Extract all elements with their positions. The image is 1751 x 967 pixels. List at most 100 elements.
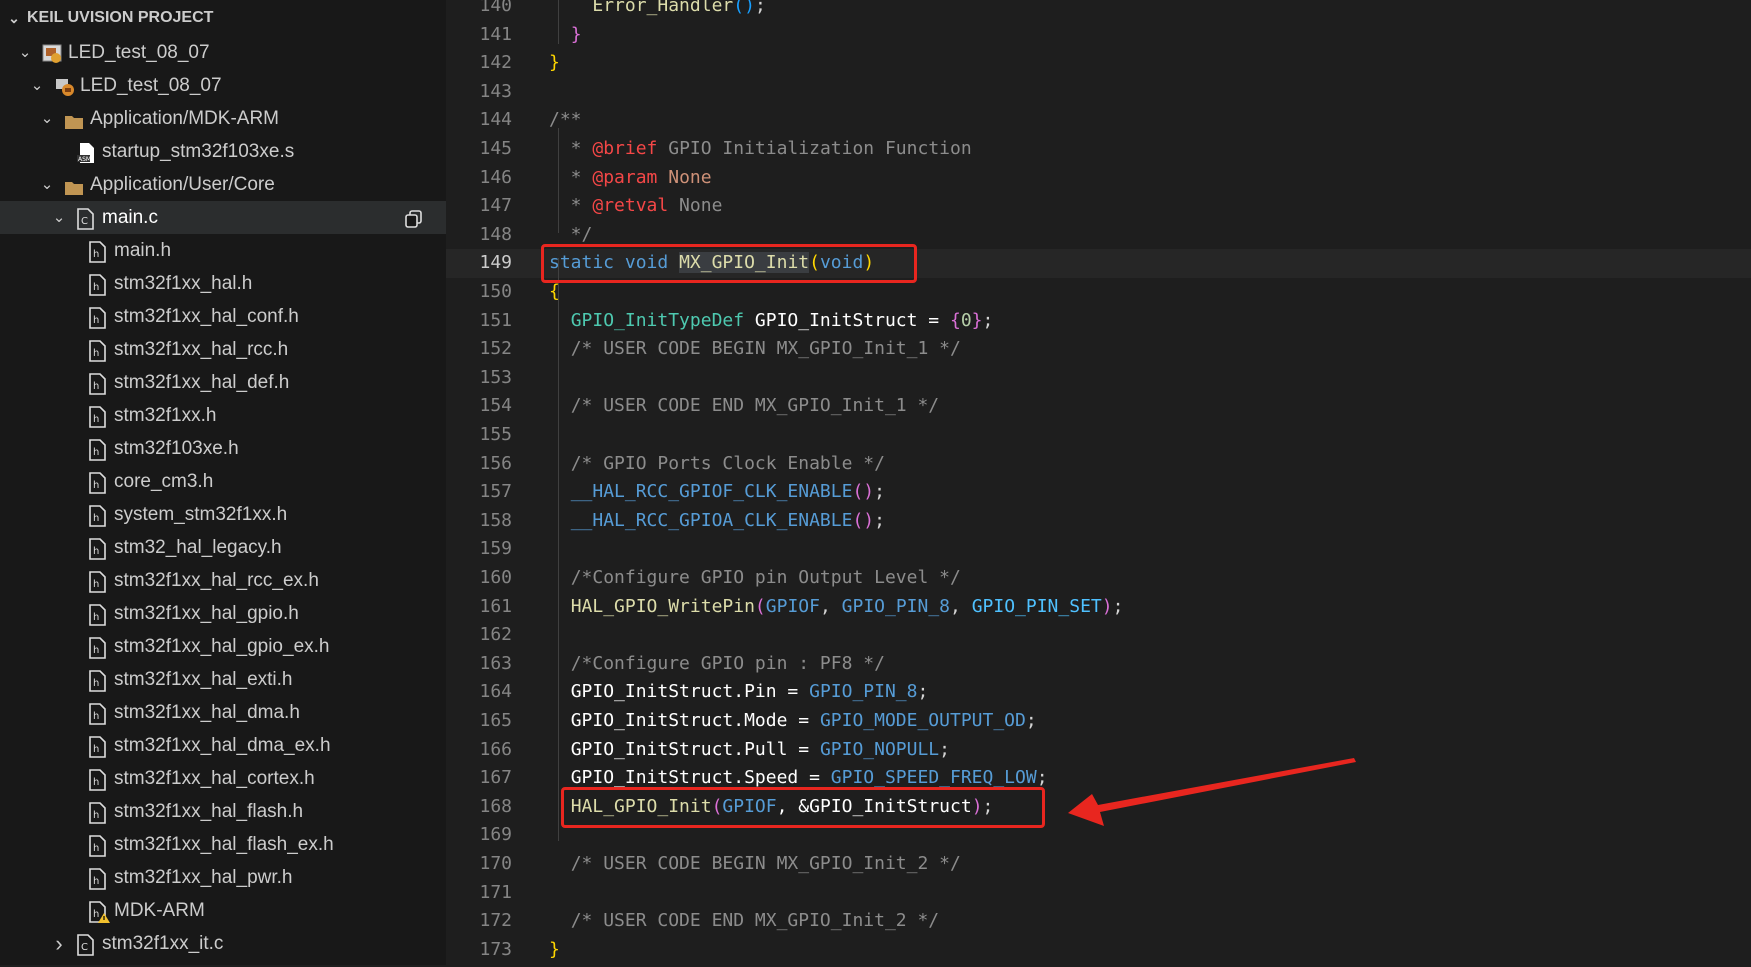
tree-item-stm32f1xx-hal-gpio-ex-h[interactable]: h stm32f1xx_hal_gpio_ex.h — [0, 630, 446, 663]
code-line[interactable]: 155 — [446, 421, 1751, 450]
tree-item-label: stm32f1xx_hal_conf.h — [114, 306, 299, 327]
code-line[interactable]: 147 * @retval None — [446, 192, 1751, 221]
tree-item-stm32f1xx-hal-dma-ex-h[interactable]: h stm32f1xx_hal_dma_ex.h — [0, 729, 446, 762]
tree-item-main-h[interactable]: h main.h — [0, 234, 446, 267]
tree-item-stm32f1xx-hal-pwr-h[interactable]: h stm32f1xx_hal_pwr.h — [0, 861, 446, 894]
tree-item-stm32f1xx-it-c[interactable]: › Cstm32f1xx_it.c — [0, 927, 446, 960]
tree-item-led-test-08-07[interactable]: ⌄ LED_test_08_07 — [0, 69, 446, 102]
tree-item-stm32f1xx-hal-rcc-ex-h[interactable]: h stm32f1xx_hal_rcc_ex.h — [0, 564, 446, 597]
tree-item-stm32f1xx-hal-dma-h[interactable]: h stm32f1xx_hal_dma.h — [0, 696, 446, 729]
line-number: 168 — [479, 795, 512, 817]
tree-item-stm32f1xx-hal-flash-h[interactable]: h stm32f1xx_hal_flash.h — [0, 795, 446, 828]
code-line[interactable]: 173} — [446, 936, 1751, 965]
tree-item-main-c[interactable]: ⌄ Cmain.c — [0, 201, 446, 234]
explorer-section-header[interactable]: ⌄ KEIL UVISION PROJECT — [0, 0, 446, 36]
code-line[interactable]: 165 GPIO_InitStruct.Mode = GPIO_MODE_OUT… — [446, 707, 1751, 736]
tree-item-startup-stm32f103xe-s[interactable]: ASM startup_stm32f103xe.s — [0, 135, 446, 168]
code-token: ; — [754, 0, 766, 16]
tree-item-stm32f1xx-hal-h[interactable]: h stm32f1xx_hal.h — [0, 267, 446, 300]
code-line[interactable]: 161 HAL_GPIO_WritePin(GPIOF, GPIO_PIN_8,… — [446, 593, 1751, 622]
code-line[interactable]: 143 — [446, 78, 1751, 107]
tree-item-stm32f1xx-hal-conf-h[interactable]: h stm32f1xx_hal_conf.h — [0, 300, 446, 333]
tree-item-label: main.c — [102, 207, 158, 228]
chevron-down-icon[interactable]: ⌄ — [38, 168, 56, 201]
indent-guide — [558, 0, 559, 44]
code-line[interactable]: 162 — [446, 621, 1751, 650]
code-line[interactable]: 144 /** — [446, 106, 1751, 135]
svg-text:h: h — [93, 909, 99, 920]
code-line[interactable]: 159 — [446, 535, 1751, 564]
code-line[interactable]: 153 — [446, 364, 1751, 393]
svg-text:C: C — [81, 942, 88, 953]
code-line[interactable]: 152 /* USER CODE BEGIN MX_GPIO_Init_1 */ — [446, 335, 1751, 364]
code-line[interactable]: 140 Error_Handler(); — [446, 0, 1751, 21]
code-token: } — [549, 938, 560, 960]
h-file-icon: h — [88, 274, 108, 296]
tree-item-core-cm3-h[interactable]: h core_cm3.h — [0, 465, 446, 498]
code-text: __HAL_RCC_GPIOA_CLK_ENABLE(); — [549, 507, 885, 536]
svg-text:h: h — [93, 876, 99, 887]
code-line[interactable]: 151 GPIO_InitTypeDef GPIO_InitStruct = {… — [446, 307, 1751, 336]
line-number: 154 — [479, 395, 512, 417]
tree-item-stm32f1xx-hal-def-h[interactable]: h stm32f1xx_hal_def.h — [0, 366, 446, 399]
code-line[interactable]: 171 — [446, 879, 1751, 908]
code-line[interactable]: 157 __HAL_RCC_GPIOF_CLK_ENABLE(); — [446, 478, 1751, 507]
code-line[interactable]: 170 /* USER CODE BEGIN MX_GPIO_Init_2 */ — [446, 850, 1751, 879]
chevron-right-icon[interactable]: › — [50, 927, 68, 960]
code-text: /* USER CODE END MX_GPIO_Init_1 */ — [549, 392, 939, 421]
code-line[interactable]: 142} — [446, 49, 1751, 78]
svg-text:h: h — [93, 249, 99, 260]
tree-item-stm32f103xe-h[interactable]: h stm32f103xe.h — [0, 432, 446, 465]
code-token: Error_Handler — [592, 0, 734, 16]
tree-item-stm32f1xx-hal-flash-ex-h[interactable]: h stm32f1xx_hal_flash_ex.h — [0, 828, 446, 861]
code-token: GPIO_InitStruct = — [744, 309, 950, 331]
h-file-icon: h — [88, 373, 108, 395]
code-line[interactable]: 154 /* USER CODE END MX_GPIO_Init_1 */ — [446, 392, 1751, 421]
code-line[interactable]: 160 /*Configure GPIO pin Output Level */ — [446, 564, 1751, 593]
tree-item-stm32f1xx-h[interactable]: h stm32f1xx.h — [0, 399, 446, 432]
line-number: 165 — [479, 710, 512, 731]
code-token: */ — [549, 223, 593, 245]
code-line[interactable]: 172 /* USER CODE END MX_GPIO_Init_2 */ — [446, 907, 1751, 936]
tree-item-application-user-core[interactable]: ⌄ Application/User/Core — [0, 168, 446, 201]
code-token: GPIO_InitStruct.Pull = — [570, 738, 820, 760]
tree-item-stm32f1xx-hal-exti-h[interactable]: h stm32f1xx_hal_exti.h — [0, 663, 446, 696]
chevron-down-icon[interactable]: ⌄ — [16, 36, 34, 69]
tree-item-label: startup_stm32f103xe.s — [102, 141, 295, 162]
code-line[interactable]: 163 /*Configure GPIO pin : PF8 */ — [446, 650, 1751, 679]
tree-item-label: MDK-ARM — [114, 900, 205, 921]
code-line[interactable]: 146 * @param None — [446, 164, 1751, 193]
code-line[interactable]: 164 GPIO_InitStruct.Pin = GPIO_PIN_8; — [446, 678, 1751, 707]
tree-item-system-stm32f1xx-h[interactable]: h system_stm32f1xx.h — [0, 498, 446, 531]
svg-text:h: h — [93, 711, 99, 722]
code-text: GPIO_InitTypeDef GPIO_InitStruct = {0}; — [549, 307, 994, 336]
code-token: ( — [754, 595, 766, 617]
code-token: , — [819, 595, 842, 617]
line-number: 162 — [479, 624, 512, 646]
h-file-icon: h — [88, 868, 108, 890]
line-number: 171 — [479, 881, 512, 903]
code-line[interactable]: 156 /* GPIO Ports Clock Enable */ — [446, 450, 1751, 479]
chevron-down-icon[interactable]: ⌄ — [28, 69, 46, 102]
tree-item-label: stm32f1xx_it.c — [102, 933, 224, 954]
code-token: None — [668, 166, 712, 188]
chevron-down-icon[interactable]: ⌄ — [6, 0, 22, 36]
code-line[interactable]: 158 __HAL_RCC_GPIOA_CLK_ENABLE(); — [446, 507, 1751, 536]
code-line[interactable]: 141 } — [446, 21, 1751, 50]
tree-item-stm32f1xx-hal-cortex-h[interactable]: h stm32f1xx_hal_cortex.h — [0, 762, 446, 795]
tree-item-stm32-hal-legacy-h[interactable]: h stm32_hal_legacy.h — [0, 531, 446, 564]
copy-icon[interactable] — [404, 207, 424, 228]
code-token: ) — [1101, 595, 1113, 617]
code-line[interactable]: 145 * @brief GPIO Initialization Functio… — [446, 135, 1751, 164]
tree-item-stm32f1xx-hal-gpio-h[interactable]: h stm32f1xx_hal_gpio.h — [0, 597, 446, 630]
tree-item-stm32f1xx-hal-rcc-h[interactable]: h stm32f1xx_hal_rcc.h — [0, 333, 446, 366]
tree-item-application-mdk-arm[interactable]: ⌄ Application/MDK-ARM — [0, 102, 446, 135]
chevron-down-icon[interactable]: ⌄ — [50, 201, 68, 234]
chevron-down-icon[interactable]: ⌄ — [38, 102, 56, 135]
tree-item-led-test-08-07[interactable]: ⌄ LED_test_08_07 — [0, 36, 446, 69]
code-token: @param — [592, 166, 658, 188]
tree-item-mdk-arm[interactable]: h MDK-ARM — [0, 894, 446, 927]
